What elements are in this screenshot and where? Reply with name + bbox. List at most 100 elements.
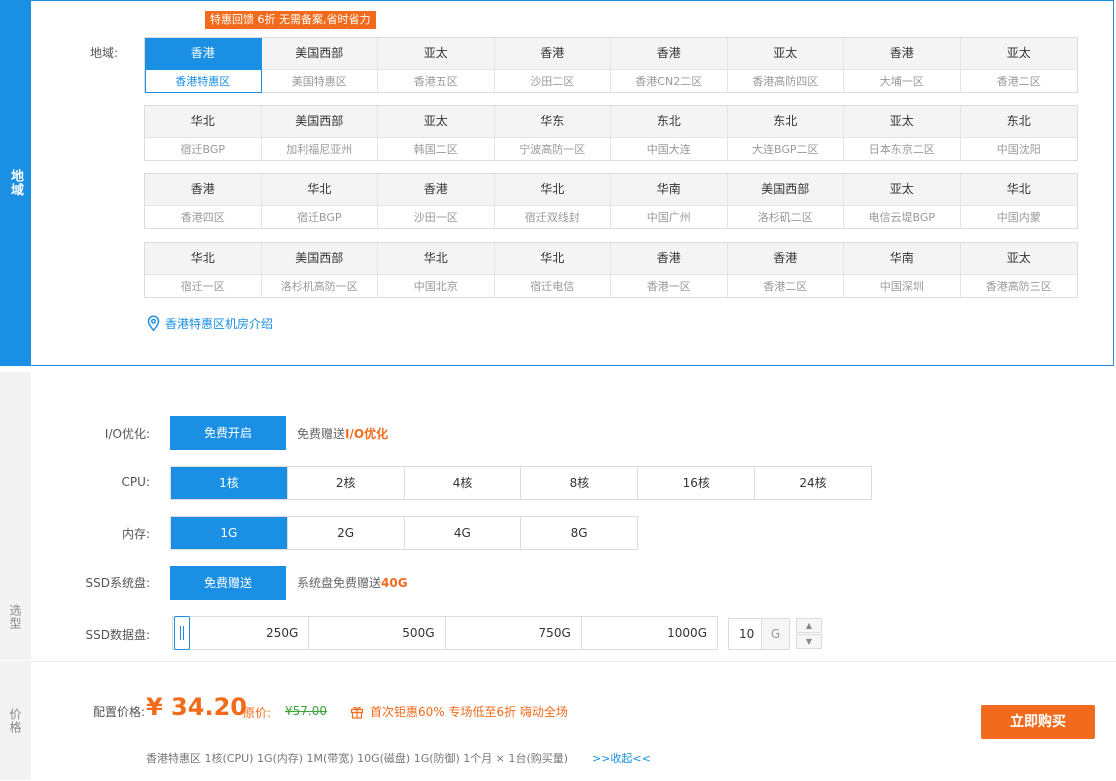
slider-mark: 250G [173, 617, 310, 649]
buy-now-button[interactable]: 立即购买 [981, 705, 1095, 739]
region-area: 香港 [145, 174, 261, 206]
region-name: 宁波高防一区 [519, 143, 586, 156]
cpu-option[interactable]: 16核 [638, 467, 756, 499]
region-name: 大连BGP二区 [751, 143, 819, 156]
region-name: 宿迁电信 [530, 280, 575, 293]
location-pin-icon [147, 315, 160, 332]
region-option[interactable]: 香港 香港二区 [727, 243, 844, 298]
region-option[interactable]: 香港 香港四区 [145, 174, 262, 229]
region-name: 中国内蒙 [996, 211, 1041, 224]
region-area: 华北 [261, 174, 377, 206]
region-name: 香港二区 [996, 75, 1041, 88]
region-option[interactable]: 美国西部 洛杉机高防一区 [261, 243, 378, 298]
region-option[interactable]: 美国西部 洛杉矶二区 [727, 174, 844, 229]
region-area: 香港 [378, 174, 494, 206]
region-option[interactable]: 华北 宿迁BGP [145, 106, 262, 161]
slider-handle[interactable] [174, 616, 190, 650]
region-option[interactable]: 东北 中国大连 [611, 106, 728, 161]
region-name: 香港二区 [763, 280, 808, 293]
system-disk-button[interactable]: 免费赠送 [170, 566, 286, 600]
data-disk-slider[interactable]: 250G 500G 750G 1000G [172, 616, 718, 650]
region-area: 香港 [145, 38, 261, 70]
data-disk-input[interactable]: 10 [728, 618, 762, 650]
region-name: 香港四区 [180, 211, 225, 224]
slider-mark: 750G [446, 617, 582, 649]
cpu-label: CPU: [121, 475, 150, 489]
io-enable-button[interactable]: 免费开启 [170, 416, 286, 450]
io-note-highlight: I/O优化 [345, 427, 389, 441]
region-area: 华北 [960, 174, 1077, 206]
region-option[interactable]: 亚太 日本东京二区 [844, 106, 961, 161]
cpu-option[interactable]: 8核 [521, 467, 639, 499]
caret-up-icon[interactable]: ▲ [796, 618, 822, 633]
region-area: 美国西部 [261, 243, 377, 275]
region-option[interactable]: 亚太 香港高防四区 [727, 38, 844, 93]
memory-label: 内存: [121, 527, 150, 541]
region-group-4: 华北 宿迁一区 美国西部 洛杉机高防一区 华北 中国北京 华北 宿迁电信 香港 香港一区 … [144, 242, 1078, 298]
region-option[interactable]: 香港 沙田一区 [378, 174, 495, 229]
region-name: 香港特惠区 [175, 75, 231, 88]
region-option[interactable]: 香港 香港特惠区 [145, 38, 262, 93]
region-option[interactable]: 美国西部 美国特惠区 [261, 38, 378, 93]
memory-option[interactable]: 4G [405, 517, 522, 549]
region-option[interactable]: 亚太 电信云堤BGP [844, 174, 961, 229]
region-group-3: 香港香港四区 华北 宿迁BGP 香港 沙田一区 华北 宿迁双线封 华南 中国广州 美国西… [144, 173, 1078, 229]
memory-option[interactable]: 8G [521, 517, 637, 549]
region-option[interactable]: 香港香港CN2二区 [611, 38, 728, 93]
caret-down-icon[interactable]: ▼ [796, 634, 822, 649]
region-area: 香港 [611, 38, 727, 70]
region-group-2: 华北 宿迁BGP 美国西部 加利福尼亚州 亚太 韩国二区 华东 宁波高防一区 东北 中国大… [144, 105, 1078, 161]
region-option[interactable]: 东北 中国沈阳 [960, 106, 1077, 161]
region-option[interactable]: 香港 香港一区 [611, 243, 728, 298]
cpu-option[interactable]: 2核 [288, 467, 405, 499]
region-name: 中国大连 [646, 143, 691, 156]
cpu-option[interactable]: 1核 [171, 467, 288, 499]
region-name: 香港CN2二区 [635, 75, 703, 88]
region-option[interactable]: 亚太 韩国二区 [378, 106, 495, 161]
region-area: 香港 [727, 243, 843, 275]
region-option[interactable]: 华北 中国北京 [378, 243, 495, 298]
price-value: ¥ 34.20 [146, 693, 247, 721]
collapse-link[interactable]: >>收起<< [592, 750, 651, 766]
promo-banner: 特惠回馈 6折 无需备案,省时省力 [205, 11, 376, 29]
memory-options: 1G 2G 4G 8G [170, 516, 638, 550]
system-disk-note: 系统盘免费赠送40G [297, 574, 408, 591]
io-note-text: 免费赠送 [297, 427, 346, 441]
datacenter-intro-link[interactable]: 香港特惠区机房介绍 [146, 315, 273, 332]
region-option[interactable]: 华东 宁波高防一区 [494, 106, 611, 161]
system-disk-note-highlight: 40G [381, 576, 408, 590]
region-option[interactable]: 香港 大埔一区 [844, 38, 961, 93]
promo-offer: 首次钜惠60% 专场低至6折 嗨动全场 [350, 703, 568, 720]
region-option[interactable]: 华北 宿迁BGP [261, 174, 378, 229]
region-option[interactable]: 亚太 香港五区 [378, 38, 495, 93]
region-option[interactable]: 华南 中国深圳 [844, 243, 961, 298]
region-option[interactable]: 华南 中国广州 [611, 174, 728, 229]
region-option[interactable]: 华北 中国内蒙 [960, 174, 1077, 229]
region-option[interactable]: 亚太 香港高防三区 [960, 243, 1077, 298]
region-option[interactable]: 华北 宿迁一区 [145, 243, 262, 298]
region-name: 沙田二区 [530, 75, 575, 88]
memory-option[interactable]: 2G [288, 517, 405, 549]
region-option[interactable]: 华北 宿迁电信 [494, 243, 611, 298]
region-area: 东北 [960, 106, 1077, 138]
select-sidebar-tab: 选型 [0, 372, 31, 660]
region-option[interactable]: 美国西部 加利福尼亚州 [261, 106, 378, 161]
region-area: 华南 [844, 243, 960, 275]
region-name: 日本东京二区 [868, 143, 935, 156]
memory-option[interactable]: 1G [171, 517, 288, 549]
region-option[interactable]: 亚太 香港二区 [960, 38, 1077, 93]
region-name: 大埔一区 [879, 75, 924, 88]
region-area: 香港 [494, 38, 610, 70]
region-option[interactable]: 香港 沙田二区 [494, 38, 611, 93]
region-name: 中国广州 [646, 211, 691, 224]
data-disk-unit: G [762, 618, 790, 650]
region-area: 美国西部 [261, 106, 377, 138]
region-area: 亚太 [378, 38, 494, 70]
region-name: 宿迁BGP [180, 143, 225, 156]
region-area: 华北 [145, 243, 261, 275]
cpu-option[interactable]: 24核 [755, 467, 871, 499]
price-label: 配置价格: [93, 705, 146, 719]
cpu-option[interactable]: 4核 [405, 467, 522, 499]
region-option[interactable]: 东北 大连BGP二区 [727, 106, 844, 161]
region-option[interactable]: 华北 宿迁双线封 [494, 174, 611, 229]
